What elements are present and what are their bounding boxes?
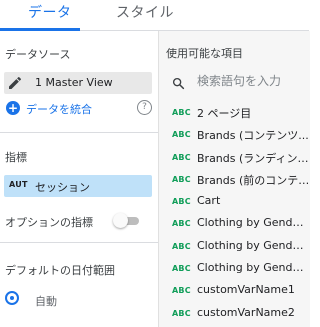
divider	[0, 242, 158, 243]
auto-date-label[interactable]: 自動	[35, 293, 57, 309]
optional-metrics-label: オプションの指標	[5, 216, 93, 229]
tab-data[interactable]: データ	[28, 2, 72, 22]
auto-date-radio[interactable]	[5, 291, 19, 305]
list-item[interactable]: ABC Brands (コンテンツ...	[159, 124, 310, 146]
blend-data-label[interactable]: データを統合	[26, 101, 92, 117]
data-source-name: 1 Master View	[35, 76, 113, 89]
text-type-badge: ABC	[172, 241, 191, 251]
text-type-badge: ABC	[172, 264, 191, 274]
metric-name: セッション	[35, 181, 90, 194]
text-type-badge: ABC	[172, 108, 191, 117]
metric-title: 指標	[5, 151, 27, 164]
tab-bar: データ スタイル	[0, 0, 309, 31]
text-type-badge: ABC	[172, 197, 191, 207]
date-range-title: デフォルトの日付範囲	[5, 264, 115, 277]
list-item[interactable]: ABC Clothing by Gender (...	[159, 213, 310, 235]
properties-panel: データソース 1 Master View + データを統合 ? 指標 AUT セ…	[0, 31, 158, 327]
field-name: Clothing by Gender (...	[197, 238, 310, 252]
field-name: Clothing by Gender (...	[197, 216, 310, 230]
data-source-title: データソース	[5, 48, 71, 61]
help-icon[interactable]: ?	[137, 100, 152, 115]
data-source-selector[interactable]: 1 Master View	[4, 72, 152, 94]
list-item[interactable]: ABC customVarName1	[159, 280, 310, 302]
radio-selected-dot	[10, 296, 14, 300]
text-type-badge: ABC	[172, 219, 191, 229]
field-name: Clothing by Gender (...	[197, 261, 310, 275]
field-name: Brands (ランディング...	[197, 151, 310, 165]
available-fields-panel: 使用可能な項目 ABC 2 ページ目 ABC Brands (コンテンツ... …	[158, 31, 310, 327]
text-type-badge: ABC	[172, 174, 191, 184]
search-icon	[172, 77, 185, 90]
available-fields-title: 使用可能な項目	[166, 47, 243, 60]
metric-type-badge: AUT	[9, 180, 28, 189]
field-name: customVarName2	[197, 305, 295, 319]
text-type-badge: ABC	[172, 130, 191, 140]
list-item[interactable]: ABC Brands (ランディング...	[159, 147, 310, 169]
field-name: customVarName1	[197, 283, 295, 297]
add-circle-icon[interactable]: +	[6, 101, 20, 115]
list-item[interactable]: ABC Cart	[159, 191, 310, 213]
list-item[interactable]: ABC Brands (前のコンテン...	[159, 169, 310, 191]
text-type-badge: ABC	[172, 286, 191, 296]
list-item[interactable]: ABC Clothing by Gender (...	[159, 236, 310, 258]
field-name: Cart	[197, 194, 221, 208]
metric-chip-sessions[interactable]: AUT セッション	[4, 175, 152, 197]
field-name: Brands (コンテンツ...	[197, 129, 309, 143]
field-list: ABC 2 ページ目 ABC Brands (コンテンツ... ABC Bran…	[159, 102, 310, 325]
tab-style[interactable]: スタイル	[116, 2, 174, 22]
field-name: Brands (前のコンテン...	[197, 173, 310, 187]
field-search-input[interactable]	[197, 72, 309, 90]
toggle-thumb[interactable]	[113, 213, 128, 228]
text-type-badge: ABC	[172, 152, 191, 162]
text-type-badge: ABC	[172, 308, 191, 318]
pencil-icon[interactable]	[7, 75, 23, 91]
list-item[interactable]: ABC Clothing by Gender (...	[159, 258, 310, 280]
list-item[interactable]: ABC customVarName2	[159, 303, 310, 325]
field-name: 2 ページ目	[197, 107, 252, 120]
divider	[0, 132, 158, 133]
blend-data-button[interactable]: + データを統合 ?	[6, 100, 154, 118]
list-item[interactable]: ABC 2 ページ目	[159, 102, 310, 124]
